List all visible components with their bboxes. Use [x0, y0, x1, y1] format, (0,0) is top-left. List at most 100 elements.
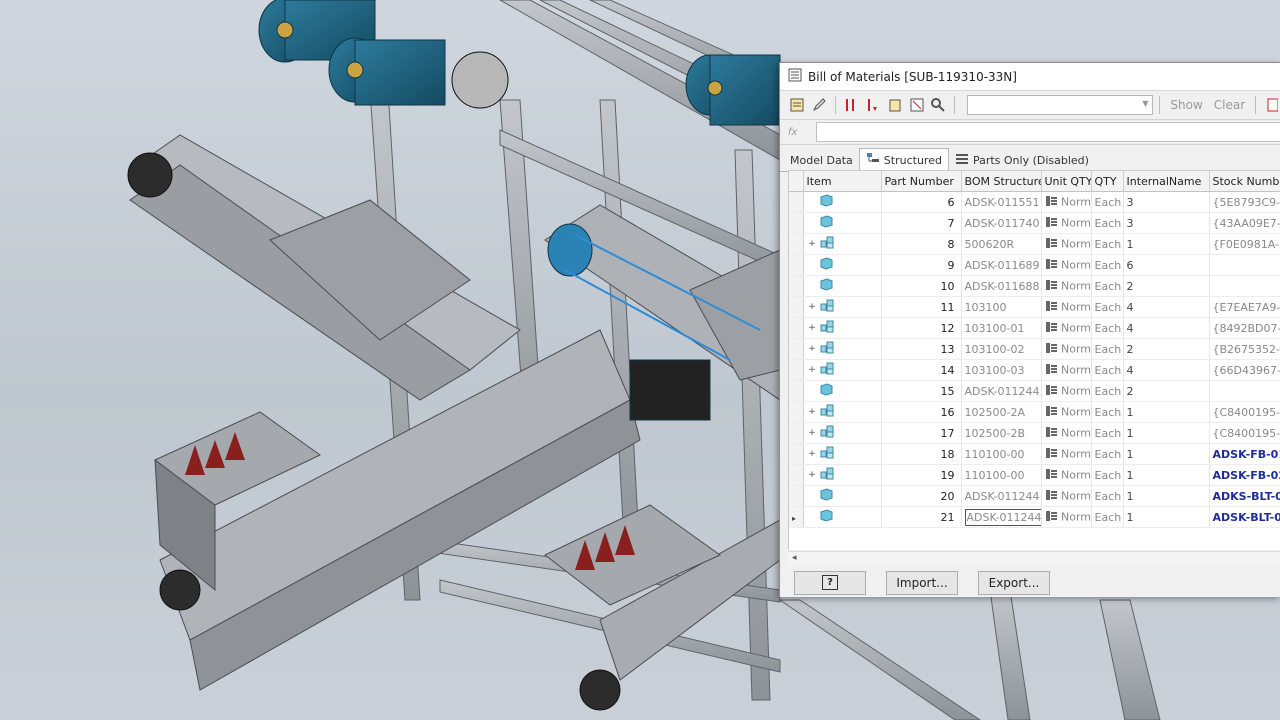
formula-icon[interactable]: fx: [788, 123, 810, 141]
unit-qty-cell[interactable]: Each: [1091, 443, 1124, 465]
expand-icon[interactable]: +: [808, 302, 817, 312]
item-number[interactable]: 21: [881, 506, 962, 528]
tab-structured[interactable]: Structured: [858, 148, 949, 172]
qty-cell[interactable]: 1: [1123, 422, 1210, 444]
item-number[interactable]: 13: [881, 338, 962, 360]
table-row[interactable]: ▸ 21ADSK-011244 NormalEach1ADSK-BLT-01: [789, 506, 1280, 528]
item-cell[interactable]: +: [803, 464, 882, 486]
qty-cell[interactable]: 3: [1123, 191, 1210, 213]
bom-structure-cell[interactable]: Normal: [1041, 191, 1092, 213]
item-cell[interactable]: [803, 212, 882, 234]
col-part-number[interactable]: Part Number: [881, 171, 962, 192]
expand-icon[interactable]: +: [808, 428, 817, 438]
horizontal-scrollbar[interactable]: ◂: [788, 551, 1280, 566]
internal-name-cell[interactable]: {C8400195-4D...: [1209, 422, 1280, 444]
qty-cell[interactable]: 1: [1123, 485, 1210, 507]
item-cell[interactable]: +: [803, 317, 882, 339]
bom-structure-cell[interactable]: Normal: [1041, 506, 1092, 528]
formula-input[interactable]: [816, 122, 1280, 142]
part-number-cell[interactable]: 110100-00: [961, 443, 1042, 465]
row-selector[interactable]: [789, 296, 804, 318]
unit-qty-cell[interactable]: Each: [1091, 233, 1124, 255]
import-button[interactable]: Import...: [886, 570, 958, 595]
qty-cell[interactable]: 1: [1123, 401, 1210, 423]
expand-icon[interactable]: +: [808, 407, 817, 417]
item-cell[interactable]: +: [803, 233, 882, 255]
unit-qty-cell[interactable]: Each: [1091, 401, 1124, 423]
bom-structure-cell[interactable]: Normal: [1041, 233, 1092, 255]
unit-qty-cell[interactable]: Each: [1091, 359, 1124, 381]
table-row[interactable]: +8500620R NormalEach1{F0E0981A-11...: [789, 233, 1280, 255]
item-cell[interactable]: [803, 380, 882, 402]
item-cell[interactable]: +: [803, 359, 882, 381]
internal-name-cell[interactable]: ADSK-BLT-01: [1209, 506, 1280, 528]
unit-qty-cell[interactable]: Each: [1091, 464, 1124, 486]
qty-cell[interactable]: 3: [1123, 212, 1210, 234]
internal-name-cell[interactable]: {B2675352-45...: [1209, 338, 1280, 360]
item-number[interactable]: 14: [881, 359, 962, 381]
bom-structure-cell[interactable]: Normal: [1041, 464, 1092, 486]
table-row[interactable]: 20ADSK-011244 NormalEach1ADKS-BLT-01: [789, 485, 1280, 507]
clear-button[interactable]: Clear: [1210, 98, 1249, 112]
bom-structure-cell[interactable]: Normal: [1041, 275, 1092, 297]
unit-qty-cell[interactable]: Each: [1091, 485, 1124, 507]
row-selector[interactable]: [789, 401, 804, 423]
row-selector[interactable]: [789, 233, 804, 255]
bom-structure-cell[interactable]: Normal: [1041, 443, 1092, 465]
internal-name-cell[interactable]: [1209, 275, 1280, 297]
tab-model-data[interactable]: Model Data: [784, 149, 859, 171]
bom-structure-cell[interactable]: Normal: [1041, 212, 1092, 234]
bom-grid[interactable]: Item Part Number BOM Structure Unit QTY …: [788, 170, 1280, 550]
item-number[interactable]: 15: [881, 380, 962, 402]
sort-ascending-icon[interactable]: [842, 95, 861, 115]
part-number-cell[interactable]: 103100-02: [961, 338, 1042, 360]
item-cell[interactable]: [803, 254, 882, 276]
item-cell[interactable]: +: [803, 338, 882, 360]
scroll-left-icon[interactable]: ◂: [792, 553, 797, 563]
table-row[interactable]: +12103100-01 NormalEach4{8492BD07-47...: [789, 317, 1280, 339]
col-item[interactable]: Item: [803, 171, 882, 192]
expand-icon[interactable]: +: [808, 323, 817, 333]
bom-structure-cell[interactable]: Normal: [1041, 422, 1092, 444]
expand-icon[interactable]: +: [808, 470, 817, 480]
item-number[interactable]: 19: [881, 464, 962, 486]
internal-name-cell[interactable]: ADSK-FB-02: [1209, 464, 1280, 486]
item-cell[interactable]: +: [803, 296, 882, 318]
expand-icon[interactable]: +: [808, 365, 817, 375]
internal-name-cell[interactable]: {43AA09E7-47...: [1209, 212, 1280, 234]
item-number[interactable]: 11: [881, 296, 962, 318]
qty-cell[interactable]: 2: [1123, 275, 1210, 297]
unit-qty-cell[interactable]: Each: [1091, 296, 1124, 318]
row-selector[interactable]: [789, 212, 804, 234]
qty-cell[interactable]: 4: [1123, 296, 1210, 318]
table-row[interactable]: +16102500-2A NormalEach1{C8400195-4D...: [789, 401, 1280, 423]
table-row[interactable]: +13103100-02 NormalEach2{B2675352-45...: [789, 338, 1280, 360]
expand-icon[interactable]: +: [808, 449, 817, 459]
internal-name-cell[interactable]: ADSK-FB-01: [1209, 443, 1280, 465]
unit-qty-cell[interactable]: Each: [1091, 275, 1124, 297]
item-cell[interactable]: +: [803, 422, 882, 444]
table-row[interactable]: +11103100 NormalEach4{E7EAE7A9-44...: [789, 296, 1280, 318]
table-row[interactable]: +17102500-2B NormalEach1{C8400195-4D...: [789, 422, 1280, 444]
qty-cell[interactable]: 4: [1123, 317, 1210, 339]
bom-structure-cell[interactable]: Normal: [1041, 338, 1092, 360]
item-number[interactable]: 20: [881, 485, 962, 507]
col-internal-name[interactable]: InternalName: [1123, 171, 1210, 192]
col-stock-number[interactable]: Stock Number: [1209, 171, 1280, 192]
table-row[interactable]: 7ADSK-011740 NormalEach3{43AA09E7-47...: [789, 212, 1280, 234]
edit-icon[interactable]: [810, 95, 829, 115]
sort-descending-icon[interactable]: [863, 95, 882, 115]
bom-structure-cell[interactable]: Normal: [1041, 296, 1092, 318]
qty-cell[interactable]: 1: [1123, 464, 1210, 486]
part-number-cell[interactable]: 103100-01: [961, 317, 1042, 339]
qty-cell[interactable]: 1: [1123, 443, 1210, 465]
part-number-cell[interactable]: ADSK-011551: [961, 191, 1042, 213]
row-selector[interactable]: [789, 191, 804, 213]
item-number[interactable]: 18: [881, 443, 962, 465]
internal-name-cell[interactable]: {5E8793C9-46...: [1209, 191, 1280, 213]
row-selector[interactable]: [789, 254, 804, 276]
help-button[interactable]: ?: [794, 570, 866, 595]
export-button[interactable]: Export...: [978, 570, 1050, 595]
expand-icon[interactable]: +: [808, 239, 817, 249]
find-icon[interactable]: [929, 95, 948, 115]
